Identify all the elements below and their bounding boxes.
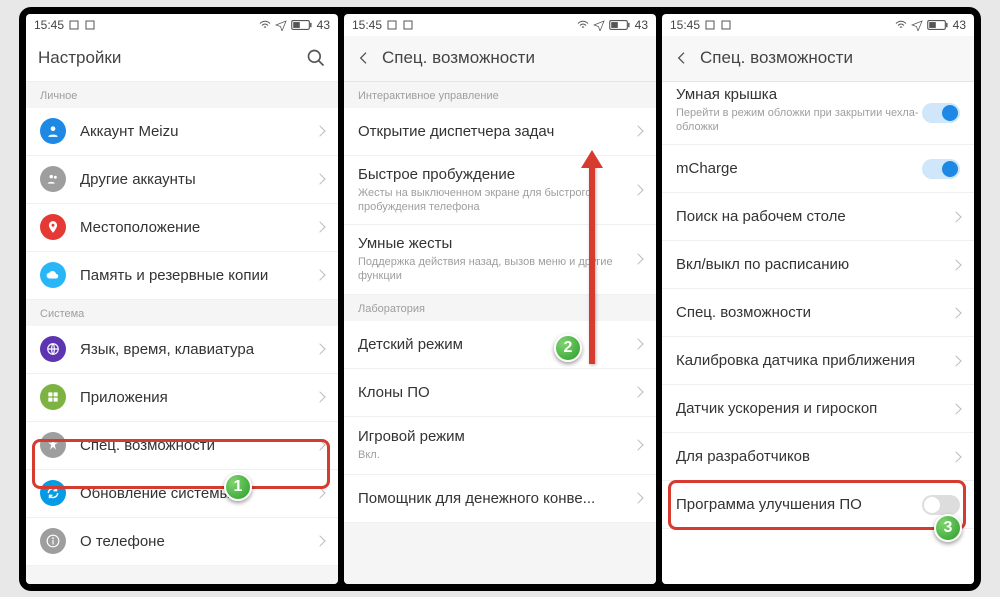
wifi-icon	[259, 19, 271, 31]
row-language[interactable]: Язык, время, клавиатура	[26, 326, 338, 374]
row-meizu-account[interactable]: Аккаунт Meizu	[26, 108, 338, 156]
badge-2: 2	[554, 334, 582, 362]
section-system: Система	[26, 300, 338, 326]
screen-settings: 15:45 43 Настройки Личное Аккаунт Meizu	[26, 14, 338, 584]
section-personal: Личное	[26, 82, 338, 108]
badge-3: 3	[934, 514, 962, 542]
row-schedule[interactable]: Вкл/выкл по расписанию	[662, 241, 974, 289]
row-backup[interactable]: Память и резервные копии	[26, 252, 338, 300]
scroll-arrow-icon	[589, 164, 595, 364]
status-time: 15:45	[352, 18, 382, 32]
battery-icon	[291, 19, 313, 31]
back-icon[interactable]	[356, 50, 372, 66]
row-improve-program[interactable]: Программа улучшения ПО	[662, 481, 974, 529]
cloud-icon	[40, 262, 66, 288]
location-icon	[40, 214, 66, 240]
battery-level: 43	[953, 18, 966, 32]
notification-icon-2	[720, 19, 732, 31]
row-proximity[interactable]: Калибровка датчика приближения	[662, 337, 974, 385]
section-lab: Лаборатория	[344, 295, 656, 321]
row-developer[interactable]: Для разработчиков	[662, 433, 974, 481]
header: Спец. возможности	[662, 36, 974, 82]
wifi-icon	[577, 19, 589, 31]
notification-icon	[386, 19, 398, 31]
toggle-improve[interactable]	[922, 495, 960, 515]
hand-icon	[40, 432, 66, 458]
header: Настройки	[26, 36, 338, 82]
back-icon[interactable]	[674, 50, 690, 66]
status-bar: 15:45 43	[344, 14, 656, 36]
refresh-icon	[40, 480, 66, 506]
row-desktop-search[interactable]: Поиск на рабочем столе	[662, 193, 974, 241]
row-other-accounts[interactable]: Другие аккаунты	[26, 156, 338, 204]
row-accessibility-sub[interactable]: Спец. возможности	[662, 289, 974, 337]
notification-icon	[704, 19, 716, 31]
status-time: 15:45	[34, 18, 64, 32]
row-location[interactable]: Местоположение	[26, 204, 338, 252]
row-about[interactable]: О телефоне	[26, 518, 338, 566]
row-mcharge[interactable]: mCharge	[662, 145, 974, 193]
accessibility-list: Интерактивное управление Открытие диспет…	[344, 82, 656, 584]
globe-icon	[40, 336, 66, 362]
row-smart-gestures[interactable]: Умные жесты Поддержка действия назад, вы…	[344, 225, 656, 295]
header: Спец. возможности	[344, 36, 656, 82]
battery-icon	[609, 19, 631, 31]
row-accessibility[interactable]: Спец. возможности	[26, 422, 338, 470]
toggle-smart-cover[interactable]	[922, 103, 960, 123]
battery-icon	[927, 19, 949, 31]
info-icon	[40, 528, 66, 554]
airplane-icon	[275, 19, 287, 31]
wifi-icon	[895, 19, 907, 31]
accounts-icon	[40, 166, 66, 192]
status-bar: 15:45 43	[662, 14, 974, 36]
accessibility-list-2: Умная крышка Перейти в режим обложки при…	[662, 82, 974, 584]
person-icon	[40, 118, 66, 144]
page-title: Настройки	[38, 48, 121, 68]
status-time: 15:45	[670, 18, 700, 32]
notification-icon	[68, 19, 80, 31]
row-apps[interactable]: Приложения	[26, 374, 338, 422]
row-fast-wake[interactable]: Быстрое пробуждение Жесты на выключенном…	[344, 156, 656, 226]
search-icon[interactable]	[306, 48, 326, 68]
apps-icon	[40, 384, 66, 410]
page-title: Спец. возможности	[382, 48, 535, 68]
notification-icon-2	[84, 19, 96, 31]
section-interactive: Интерактивное управление	[344, 82, 656, 108]
page-title: Спец. возможности	[700, 48, 853, 68]
row-accelerometer[interactable]: Датчик ускорения и гироскоп	[662, 385, 974, 433]
row-game-mode[interactable]: Игровой режим Вкл.	[344, 417, 656, 475]
notification-icon-2	[402, 19, 414, 31]
badge-1: 1	[224, 473, 252, 501]
screen-accessibility: 15:45 43 Спец. возможности Интерактивное…	[344, 14, 656, 584]
status-bar: 15:45 43	[26, 14, 338, 36]
airplane-icon	[911, 19, 923, 31]
row-update[interactable]: Обновление системы	[26, 470, 338, 518]
row-kids-mode[interactable]: Детский режим	[344, 321, 656, 369]
row-smart-cover[interactable]: Умная крышка Перейти в режим обложки при…	[662, 82, 974, 146]
row-money-helper[interactable]: Помощник для денежного конве...	[344, 475, 656, 523]
airplane-icon	[593, 19, 605, 31]
battery-level: 43	[635, 18, 648, 32]
toggle-mcharge[interactable]	[922, 159, 960, 179]
screen-accessibility-scrolled: 15:45 43 Спец. возможности Умная крышка …	[662, 14, 974, 584]
row-task-manager[interactable]: Открытие диспетчера задач	[344, 108, 656, 156]
settings-list: Личное Аккаунт Meizu Другие аккаунты Мес…	[26, 82, 338, 584]
row-clones[interactable]: Клоны ПО	[344, 369, 656, 417]
battery-level: 43	[317, 18, 330, 32]
